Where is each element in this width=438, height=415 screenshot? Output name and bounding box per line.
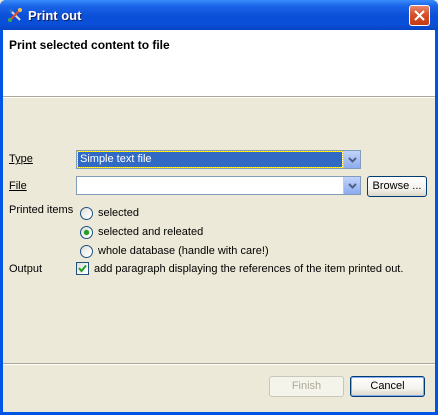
cancel-button[interactable]: Cancel [350,376,425,397]
header-separator [3,96,435,98]
finish-button[interactable]: Finish [269,376,344,397]
header-banner: Print selected content to file [3,30,435,96]
browse-button[interactable]: Browse ... [367,176,427,197]
dialog-window: Print out Print selected content to file… [0,0,438,415]
chevron-down-icon [348,183,357,189]
radio-label: selected and releated [98,226,204,238]
checkmark-icon [78,264,87,273]
output-checkbox-label[interactable]: add paragraph displaying the references … [94,263,403,275]
output-checkbox[interactable] [76,262,89,275]
banner-title: Print selected content to file [9,38,170,52]
type-select[interactable]: Simple text file [76,150,361,169]
radio-button[interactable] [80,245,93,258]
window-title: Print out [28,8,82,23]
dialog-content: Print selected content to file Type Simp… [3,30,435,412]
close-icon [414,10,425,21]
type-label: Type [9,153,33,165]
file-label: File [9,180,27,192]
type-selected-value: Simple text file [77,151,343,168]
radio-label: whole database (handle with care!) [98,245,269,257]
output-label: Output [9,263,43,275]
close-button[interactable] [409,5,430,26]
title-bar[interactable]: Print out [0,0,438,30]
printed-items-label: Printed items [9,204,74,216]
tools-icon [8,8,22,22]
radio-button[interactable] [80,207,93,220]
radio-button[interactable] [80,226,93,239]
chevron-down-icon [348,157,357,163]
file-dropdown-button[interactable] [343,177,360,194]
radio-label: selected [98,207,139,219]
footer-separator [3,363,435,365]
radio-checked-dot [84,230,89,235]
type-dropdown-button[interactable] [343,151,360,168]
file-combo[interactable] [76,176,361,195]
